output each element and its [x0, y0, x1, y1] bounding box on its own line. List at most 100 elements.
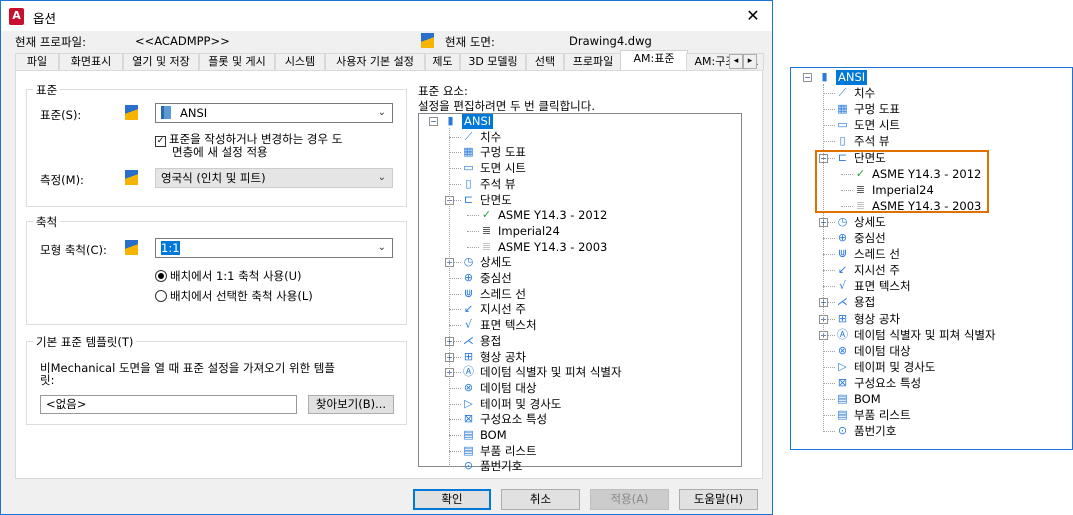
chevron-down-icon: ⌄	[377, 242, 386, 253]
tab-8[interactable]: 선택	[526, 53, 564, 70]
section-view-icon: ⊏	[463, 192, 474, 206]
tab-3[interactable]: 플롯 및 게시	[199, 53, 275, 70]
tree-item-label: 지시선 주	[854, 263, 900, 278]
tree-connector	[449, 168, 461, 170]
component-property-icon: ⊠	[463, 412, 474, 426]
ok-button[interactable]: 확인	[413, 489, 491, 510]
tab-4[interactable]: 시스템	[275, 53, 325, 70]
tree-connector	[823, 109, 835, 111]
tree-connector	[467, 246, 479, 248]
tree-item-label: 주석 뷰	[480, 176, 516, 191]
tree-item-label: 주석 뷰	[854, 134, 890, 149]
tree-item-label: 표면 텍스처	[854, 279, 911, 294]
tree-item-label: 테이퍼 및 경사도	[480, 396, 562, 411]
datum-identifier-icon: Ⓐ	[837, 327, 848, 341]
leader-note-icon: ↙	[837, 263, 848, 277]
close-button[interactable]: ✕	[736, 3, 770, 29]
help-button[interactable]: 도움말(H)	[679, 489, 758, 510]
radio-layout-1to1[interactable]	[155, 270, 167, 282]
tree-connector	[823, 270, 835, 272]
tree-item-label: 중심선	[480, 271, 512, 285]
tree-guide-line	[449, 128, 450, 468]
apply-button[interactable]: 적용(A)	[590, 489, 669, 510]
tree-item-label: 테이퍼 및 경사도	[854, 359, 936, 374]
tab-scroll-right-button[interactable]: ▸	[743, 54, 757, 69]
tab-7[interactable]: 3D 모델링	[460, 53, 526, 70]
tab-5[interactable]: 사용자 기본 설정	[325, 53, 425, 70]
radio-layout-1to1-label: 배치에서 1:1 축척 사용(U)	[170, 269, 302, 283]
tree-item-label: 부품 리스트	[480, 443, 537, 458]
book-icon: ▮	[821, 70, 828, 83]
hole-table-icon: ▦	[837, 102, 848, 116]
centerline-icon: ⊕	[463, 271, 474, 284]
centerline-icon: ⊕	[837, 231, 848, 244]
tree-connector	[823, 431, 835, 433]
drawing-sheet-icon: ▭	[837, 118, 848, 132]
tree-item-label: BOM	[480, 428, 507, 442]
tab-9[interactable]: 프로파일	[564, 53, 622, 70]
tree-connector	[449, 183, 461, 185]
collapse-icon[interactable]: −	[803, 73, 812, 82]
template-desc-line-2: 릿:	[40, 373, 55, 387]
tree-connector	[449, 309, 461, 311]
apply-to-layers-label: 표준을 작성하거나 변경하는 경우 도 면층에 새 설정 적용	[169, 133, 342, 159]
tree-connector	[823, 254, 835, 256]
tree-connector	[823, 399, 835, 400]
tree-connector	[449, 450, 461, 452]
parts-list-icon: ▤	[837, 408, 848, 422]
tree-connector	[449, 136, 461, 138]
tree-item-label: 데이텀 대상	[480, 380, 537, 395]
tree-item-label: 스레드 선	[480, 286, 526, 301]
detail-view-icon: ◷	[837, 214, 848, 228]
tree-connector	[449, 466, 461, 468]
standard-elements-instruction: 설정을 편집하려면 두 번 클릭합니다.	[418, 99, 595, 113]
chevron-down-icon: ⌄	[377, 172, 386, 183]
browse-button[interactable]: 찾아보기(B)...	[308, 395, 394, 414]
standard-elements-tree[interactable]: − ▮ ANSI ⟋ 치수 ▦ 구멍 도표 ▭ 도면 시트 ▯ 주석 뷰 − ⊏ 단면도 ✓ ASME Y14…	[418, 113, 742, 473]
tree-connector	[449, 403, 461, 405]
measure-label: 측정(M):	[40, 173, 84, 187]
dimension-icon: ⟋	[838, 86, 847, 100]
collapse-icon[interactable]: −	[429, 117, 438, 126]
tree-connector	[449, 278, 461, 279]
tab-1[interactable]: 화면표시	[59, 53, 123, 70]
template-input[interactable]: <없음>	[40, 395, 297, 414]
tree-item-label: 중심선	[854, 231, 886, 245]
book-icon	[161, 106, 171, 119]
thread-line-icon: ⋓	[837, 247, 848, 261]
template-group-title: 기본 표준 템플릿(T)	[33, 334, 137, 350]
standard-icon	[125, 105, 138, 120]
balloon-icon: ⊙	[837, 424, 848, 438]
tree-item-label: 상세도	[854, 214, 886, 229]
tree-item-label: 데이텀 식별자 및 피쳐 식별자	[480, 365, 622, 380]
measure-select[interactable]: 영국식 (인치 및 피트) ⌄	[155, 168, 393, 188]
tab-10[interactable]: AM:표준	[620, 50, 688, 71]
tree-connector	[467, 230, 479, 232]
radio-layout-selected[interactable]	[155, 290, 167, 302]
datum-target-icon: ⊗	[837, 343, 848, 357]
tree-connector	[823, 382, 835, 384]
template-description: 비Mechanical 도면을 열 때 표준 설정을 가져오기 위한 템플 릿:	[40, 362, 335, 386]
datum-identifier-icon: Ⓐ	[463, 365, 474, 379]
tree-item-label: BOM	[854, 392, 881, 406]
tab-scroll-left-button[interactable]: ◂	[729, 54, 743, 69]
zoomed-tree-callout: − ▮ ANSI ⟋ 치수 ▦ 구멍 도표 ▭ 도면 시트 ▯ 주석 뷰 − ⊏ 단면도 ✓ ASME Y14…	[790, 67, 1073, 450]
tree-item-label: ANSI	[836, 70, 868, 85]
tab-0[interactable]: 파일	[15, 53, 59, 70]
tree-item-label: 구성요소 특성	[854, 375, 922, 390]
apply-to-layers-checkbox[interactable]: ✓	[155, 136, 166, 147]
drawing-sheet-icon: ▭	[463, 161, 474, 175]
tab-6[interactable]: 제도	[425, 53, 460, 70]
cancel-button[interactable]: 취소	[501, 489, 580, 510]
tree-item-label: 용접	[480, 333, 502, 348]
standard-select-value: ANSI	[180, 106, 208, 120]
tab-2[interactable]: 열기 및 저장	[123, 53, 199, 70]
tree-connector	[823, 125, 835, 127]
model-scale-select[interactable]: 1:1 ⌄	[155, 238, 393, 258]
surface-texture-icon: √	[464, 318, 472, 332]
tree-item-label: 형상 공차	[854, 311, 900, 326]
scale-group: 축척 모형 축척(C): 1:1 ⌄ 배치에서 1:1 축척 사용(U) 배치에…	[26, 214, 407, 325]
tree-item-label: 도면 시트	[480, 161, 526, 176]
weld-icon: ⋌	[837, 295, 848, 309]
standard-select[interactable]: ANSI ⌄	[155, 103, 393, 123]
